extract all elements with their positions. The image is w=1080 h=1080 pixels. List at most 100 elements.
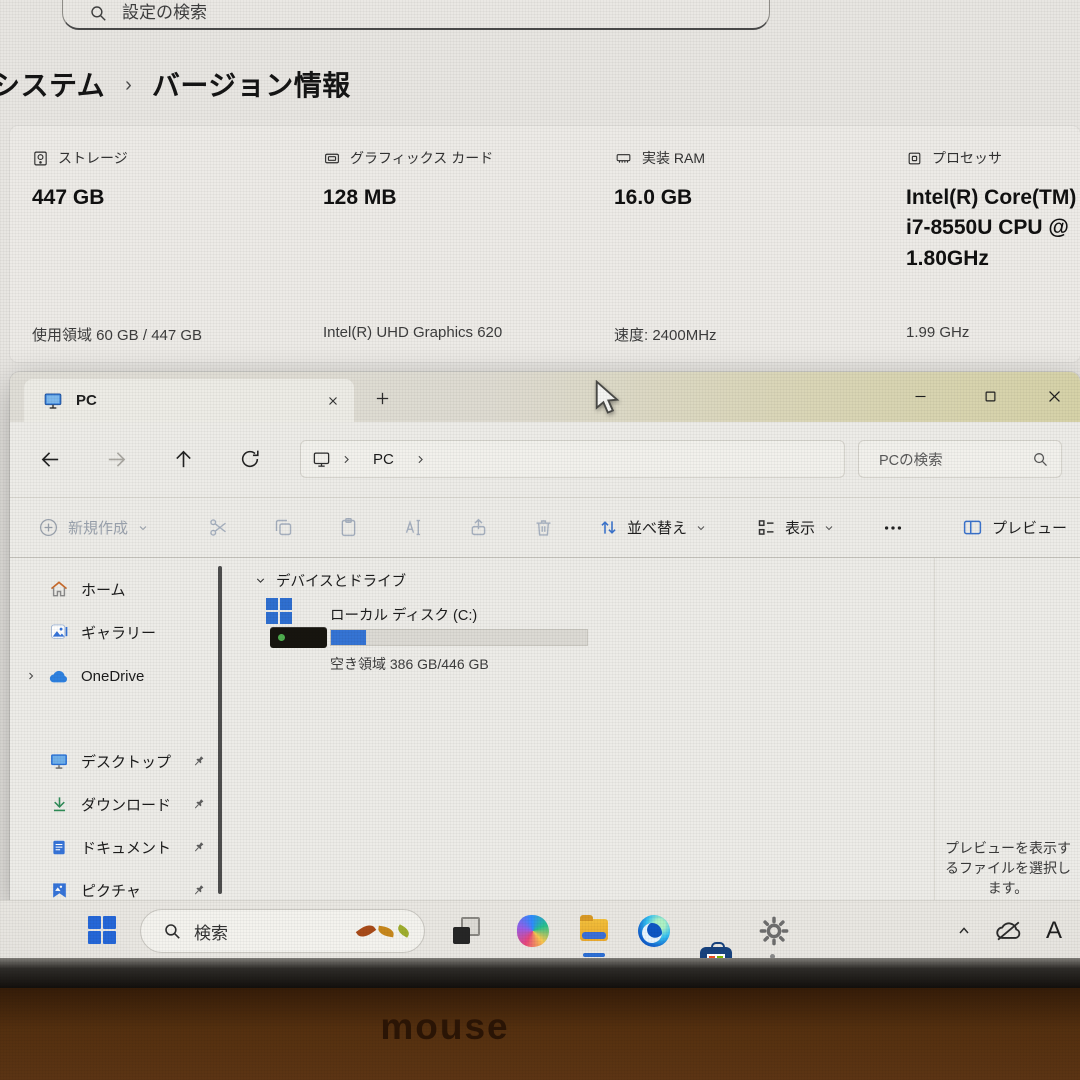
sidebar-item-documents[interactable]: ドキュメント	[16, 827, 212, 867]
rename-button[interactable]	[403, 498, 424, 557]
file-explorer-button[interactable]	[578, 915, 610, 947]
onedrive-offline-icon[interactable]	[994, 918, 1024, 944]
tab-pc[interactable]: PC	[24, 379, 354, 422]
preview-hint-text: プレビューを表示するファイルを選択します。	[940, 838, 1076, 898]
drive-name[interactable]: ローカル ディスク (C:)	[330, 604, 477, 625]
spec-label: 実装 RAM	[642, 148, 705, 168]
breadcrumb-separator-icon: ›	[125, 72, 132, 97]
pin-icon	[191, 754, 206, 769]
laptop-bezel: mouse	[0, 988, 1080, 1080]
chevron-down-icon[interactable]	[254, 574, 267, 587]
chevron-down-icon	[137, 522, 149, 534]
breadcrumb-parent[interactable]: システム	[0, 64, 105, 104]
laptop-screen-photo: 設定の検索 システム › バージョン情報 ストレージ 447 GB 使用領域 6…	[0, 0, 1080, 1080]
gear-icon	[758, 915, 790, 947]
tab-close-icon[interactable]	[326, 394, 340, 408]
preview-toggle-button[interactable]: プレビュー	[962, 498, 1067, 557]
spec-value: 447 GB	[32, 183, 297, 213]
taskbar: 検索 A	[0, 900, 1080, 960]
share-icon	[468, 517, 489, 538]
paste-button[interactable]	[338, 498, 359, 557]
copy-button[interactable]	[273, 498, 294, 557]
rename-icon	[403, 517, 424, 538]
sidebar-item-gallery[interactable]: ギャラリー	[16, 612, 212, 652]
tab-strip: PC	[10, 372, 1080, 422]
chevron-right-icon[interactable]	[406, 453, 435, 466]
more-options-button[interactable]	[882, 498, 904, 557]
breadcrumb: システム › バージョン情報	[0, 64, 351, 104]
copy-icon	[273, 517, 294, 538]
chevron-right-icon[interactable]	[332, 453, 361, 466]
view-button[interactable]: 表示	[756, 498, 835, 557]
new-item-button[interactable]: 新規作成	[38, 498, 149, 557]
pc-monitor-icon	[42, 391, 64, 411]
cut-button[interactable]	[208, 498, 229, 557]
pin-icon	[191, 883, 206, 898]
explorer-search-box[interactable]: PCの検索	[858, 440, 1062, 478]
close-button[interactable]	[1032, 380, 1076, 412]
settings-button[interactable]	[758, 915, 790, 947]
page-title: バージョン情報	[152, 64, 351, 104]
onedrive-icon	[48, 668, 70, 684]
section-devices-and-drives[interactable]: デバイスとドライブ	[254, 570, 406, 591]
chevron-right-icon[interactable]	[25, 670, 37, 682]
spec-label: ストレージ	[58, 148, 128, 168]
ellipsis-icon	[882, 517, 904, 539]
spec-value: 16.0 GB	[614, 183, 884, 213]
forward-button[interactable]	[98, 442, 134, 476]
sidebar-item-label: デスクトップ	[72, 751, 184, 772]
sidebar-item-label: ギャラリー	[72, 622, 184, 643]
address-bar[interactable]: PC	[300, 440, 845, 478]
settings-search-box[interactable]: 設定の検索	[62, 0, 770, 30]
sidebar-item-home[interactable]: ホーム	[16, 569, 212, 609]
screen-bottom-edge	[0, 958, 1080, 988]
sidebar-item-label: ホーム	[72, 579, 184, 600]
refresh-icon	[239, 448, 261, 470]
arrow-left-icon	[39, 448, 62, 471]
gallery-icon	[49, 622, 69, 642]
start-button[interactable]	[88, 916, 118, 946]
new-tab-button[interactable]	[368, 385, 396, 411]
back-button[interactable]	[32, 442, 68, 476]
share-button[interactable]	[468, 498, 489, 557]
storage-icon	[32, 150, 49, 167]
taskbar-system-tray: A	[956, 901, 1080, 961]
ime-mode-indicator[interactable]: A	[1046, 917, 1062, 945]
sort-button[interactable]: 並べ替え	[598, 498, 707, 557]
taskbar-search-box[interactable]: 検索	[140, 909, 425, 953]
chevron-down-icon	[695, 522, 707, 534]
sort-arrows-icon	[598, 517, 619, 538]
edge-browser-button[interactable]	[638, 915, 670, 947]
minimize-icon	[913, 389, 928, 404]
settings-search-placeholder: 設定の検索	[122, 0, 207, 23]
navigation-pane: ホーム ギャラリー	[10, 558, 232, 900]
search-icon	[163, 922, 182, 941]
local-disk-icon[interactable]	[264, 598, 328, 654]
task-view-button[interactable]	[450, 915, 482, 947]
delete-button[interactable]	[533, 498, 554, 557]
clipboard-icon	[338, 517, 359, 538]
explorer-running-indicator	[583, 953, 605, 957]
sidebar-item-desktop[interactable]: デスクトップ	[16, 741, 212, 781]
ram-icon	[614, 150, 633, 166]
pin-icon	[191, 840, 206, 855]
search-icon	[1032, 451, 1049, 468]
address-crumb-pc[interactable]: PC	[361, 451, 406, 468]
sidebar-item-downloads[interactable]: ダウンロード	[16, 784, 212, 824]
explorer-search-placeholder: PCの検索	[879, 449, 1024, 470]
navigation-row: PC PCの検索	[10, 422, 1080, 497]
tab-title: PC	[76, 392, 314, 409]
plus-icon	[374, 390, 391, 407]
chevron-up-icon[interactable]	[956, 923, 972, 939]
minimize-button[interactable]	[898, 380, 942, 412]
refresh-button[interactable]	[232, 442, 268, 476]
up-button[interactable]	[165, 442, 201, 476]
maximize-button[interactable]	[968, 380, 1012, 412]
copilot-button[interactable]	[517, 915, 549, 947]
pin-icon	[191, 797, 206, 812]
sidebar-scrollbar[interactable]	[218, 566, 222, 894]
sidebar-item-onedrive[interactable]: OneDrive	[16, 656, 212, 696]
search-icon	[89, 4, 108, 23]
spec-detail: Intel(R) UHD Graphics 620	[323, 324, 502, 341]
taskbar-search-label: 検索	[194, 919, 345, 944]
